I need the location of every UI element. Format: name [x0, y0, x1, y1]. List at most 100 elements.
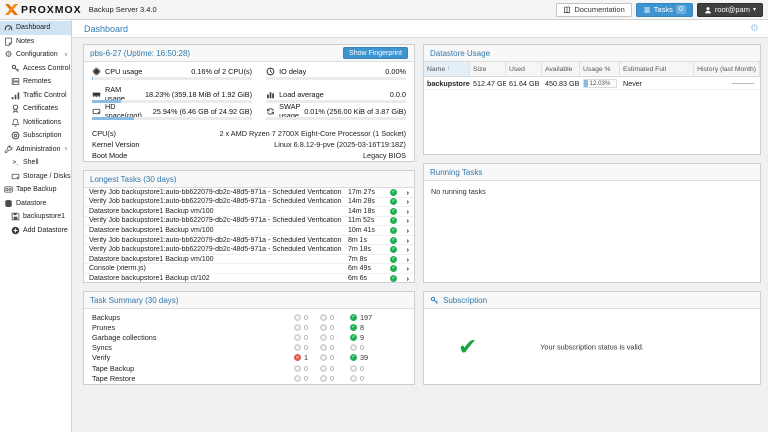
sidebar-item-traffic-control[interactable]: Traffic Control	[0, 89, 71, 103]
key-icon	[430, 296, 439, 305]
sidebar-item-backupstore1[interactable]: backupstore1	[0, 210, 71, 224]
count-value: 9	[360, 332, 365, 342]
count-value: 0	[304, 312, 309, 322]
sidebar-item-tape-backup[interactable]: Tape Backup	[0, 183, 71, 197]
error-status-icon: ✕	[294, 354, 301, 362]
warning-count-cell: 0	[320, 374, 350, 383]
sidebar-item-add-datastore[interactable]: Add Datastore	[0, 224, 71, 238]
warning-count-cell: 0	[320, 333, 350, 342]
collapse-icon[interactable]: ∨	[64, 146, 68, 152]
datastore-row[interactable]: backupstore1 512.47 GB 61.64 GB 450.83 GB 12…	[424, 77, 760, 90]
column-header-available[interactable]: Available	[542, 62, 580, 76]
sidebar-item-configuration[interactable]: ⚙ Configuration ∨	[0, 48, 71, 62]
column-header-size[interactable]: Size	[470, 62, 506, 76]
task-summary-list: Backups 0 0 ✓ 197 Prunes 0 0 ✓ 8 Garbage collectio…	[84, 309, 414, 383]
info-label: Boot Mode	[92, 151, 128, 160]
usage-bar: 12.03%	[583, 78, 617, 88]
task-row[interactable]: Verify Job backupstore1:auto-bb622079-db…	[84, 245, 414, 255]
task-row[interactable]: Datastore backupstore1 Backup vm/100 14m …	[84, 207, 414, 217]
tasks-button[interactable]: Tasks 0	[635, 2, 693, 17]
longest-tasks-list: Verify Job backupstore1:auto-bb622079-db…	[84, 188, 414, 282]
ok-status-icon: ✓	[390, 226, 397, 234]
load-icon	[266, 90, 275, 99]
sidebar-item-label: Configuration	[16, 51, 58, 59]
sidebar-item-notifications[interactable]: Notifications	[0, 116, 71, 130]
sidebar-item-label: Tape Backup	[16, 186, 57, 194]
tape-icon	[4, 185, 13, 194]
task-row[interactable]: Datastore backupstore1 Backup vm/100 7m 8…	[84, 255, 414, 265]
chevron-right-icon[interactable]: ›	[397, 188, 410, 197]
sidebar-item-administration[interactable]: Administration ∨	[0, 143, 71, 157]
task-name: Datastore backupstore1 Backup vm/100	[89, 226, 214, 234]
gear-icon[interactable]: ⚙	[750, 23, 759, 34]
disks-icon	[11, 172, 20, 181]
sidebar-item-datastore[interactable]: Datastore	[0, 197, 71, 211]
cell-name: backupstore1	[427, 78, 470, 88]
documentation-button[interactable]: Documentation	[556, 2, 632, 17]
running-tasks-empty: No running tasks	[431, 187, 486, 196]
gauge-bar	[92, 77, 253, 80]
column-header-estimated-full[interactable]: Estimated Full	[620, 62, 694, 76]
cpu-icon	[92, 67, 101, 76]
warning-count-cell: 0	[320, 353, 350, 362]
column-header-history-last-month[interactable]: History (last Month)	[694, 62, 760, 76]
task-row[interactable]: Datastore backupstore1 Backup vm/100 10m …	[84, 226, 414, 236]
sidebar-item-remotes[interactable]: Remotes	[0, 75, 71, 89]
gauge-io-delay: IO delay 0.00%	[266, 66, 406, 80]
info-label: Kernel Version	[92, 140, 140, 149]
sidebar-item-shell[interactable]: >_ Shell	[0, 156, 71, 170]
ram-icon	[92, 90, 101, 99]
task-row[interactable]: Datastore backupstore1 Backup ct/102 6m 6…	[84, 274, 414, 282]
sidebar-item-notes[interactable]: Notes	[0, 35, 71, 49]
top-bar: PROXMOX Backup Server 3.4.0 Documentatio…	[0, 0, 768, 20]
collapse-icon[interactable]: ∨	[64, 52, 68, 58]
ok-count-cell: 0	[350, 343, 378, 352]
chevron-right-icon[interactable]: ›	[397, 245, 410, 254]
ok-count-cell: ✓ 39	[350, 353, 378, 362]
sidebar-item-dashboard[interactable]: Dashboard	[0, 21, 71, 35]
swap-icon	[266, 107, 275, 116]
user-menu-button[interactable]: root@pam ▾	[696, 2, 763, 17]
sidebar-item-certificates[interactable]: Certificates	[0, 102, 71, 116]
chevron-right-icon[interactable]: ›	[397, 236, 410, 245]
chevron-right-icon[interactable]: ›	[397, 226, 410, 235]
column-header-label: Estimated Full	[623, 65, 667, 73]
chevron-right-icon[interactable]: ›	[397, 197, 410, 206]
task-row[interactable]: Verify Job backupstore1:auto-bb622079-db…	[84, 236, 414, 246]
ok-count-cell: ✓ 197	[350, 313, 378, 322]
chevron-right-icon[interactable]: ›	[397, 207, 410, 216]
chevron-right-icon[interactable]: ›	[397, 255, 410, 264]
chevron-right-icon[interactable]: ›	[397, 264, 410, 273]
gauge-value: 0.00%	[385, 66, 406, 76]
ok-status-icon: ✓	[390, 188, 397, 196]
gauge-value: 0.0.0	[389, 89, 406, 99]
logo-text: PROXMOX	[21, 3, 82, 16]
column-header-used[interactable]: Used	[506, 62, 542, 76]
column-header-label: Used	[509, 65, 525, 73]
subscription-panel: Subscription ✔ Your subscription status …	[423, 291, 761, 385]
sidebar-item-label: Subscription	[23, 132, 62, 140]
warning-count-cell: 0	[320, 323, 350, 332]
host-info-rows: CPU(s) 2 x AMD Ryzen 7 2700X Eight-Core P…	[92, 128, 406, 161]
task-row[interactable]: Verify Job backupstore1:auto-bb622079-db…	[84, 197, 414, 208]
warning-count-cell: 0	[320, 343, 350, 352]
count-value: 1	[304, 353, 309, 363]
datastore-table-body: backupstore1 512.47 GB 61.64 GB 450.83 GB 12…	[424, 77, 760, 90]
show-fingerprint-button[interactable]: Show Fingerprint	[343, 47, 408, 59]
task-type-label: Garbage collections	[92, 332, 157, 342]
task-row[interactable]: Console (xterm.js) 6m 49s ✓ ›	[84, 264, 414, 274]
sidebar-item-access-control[interactable]: Access Control	[0, 62, 71, 76]
gauge-hd-space-root: HD space(root) 25.94% (6.46 GB of 24.92 G…	[92, 102, 253, 120]
task-summary-row-garbage-collections: Garbage collections 0 0 ✓ 9	[84, 332, 414, 342]
sidebar-item-subscription[interactable]: Subscription	[0, 129, 71, 143]
ok-status-icon: ✓	[390, 198, 397, 206]
column-header-usage[interactable]: Usage %	[580, 62, 620, 76]
sidebar-item-storage-disks[interactable]: Storage / Disks	[0, 170, 71, 184]
task-summary-row-prunes: Prunes 0 0 ✓ 8	[84, 322, 414, 332]
chevron-right-icon[interactable]: ›	[397, 216, 410, 225]
task-row[interactable]: Verify Job backupstore1:auto-bb622079-db…	[84, 188, 414, 198]
column-header-name[interactable]: Name ↑	[424, 62, 470, 76]
signal-icon	[11, 91, 20, 100]
task-row[interactable]: Verify Job backupstore1:auto-bb622079-db…	[84, 216, 414, 227]
chevron-right-icon[interactable]: ›	[397, 274, 410, 282]
